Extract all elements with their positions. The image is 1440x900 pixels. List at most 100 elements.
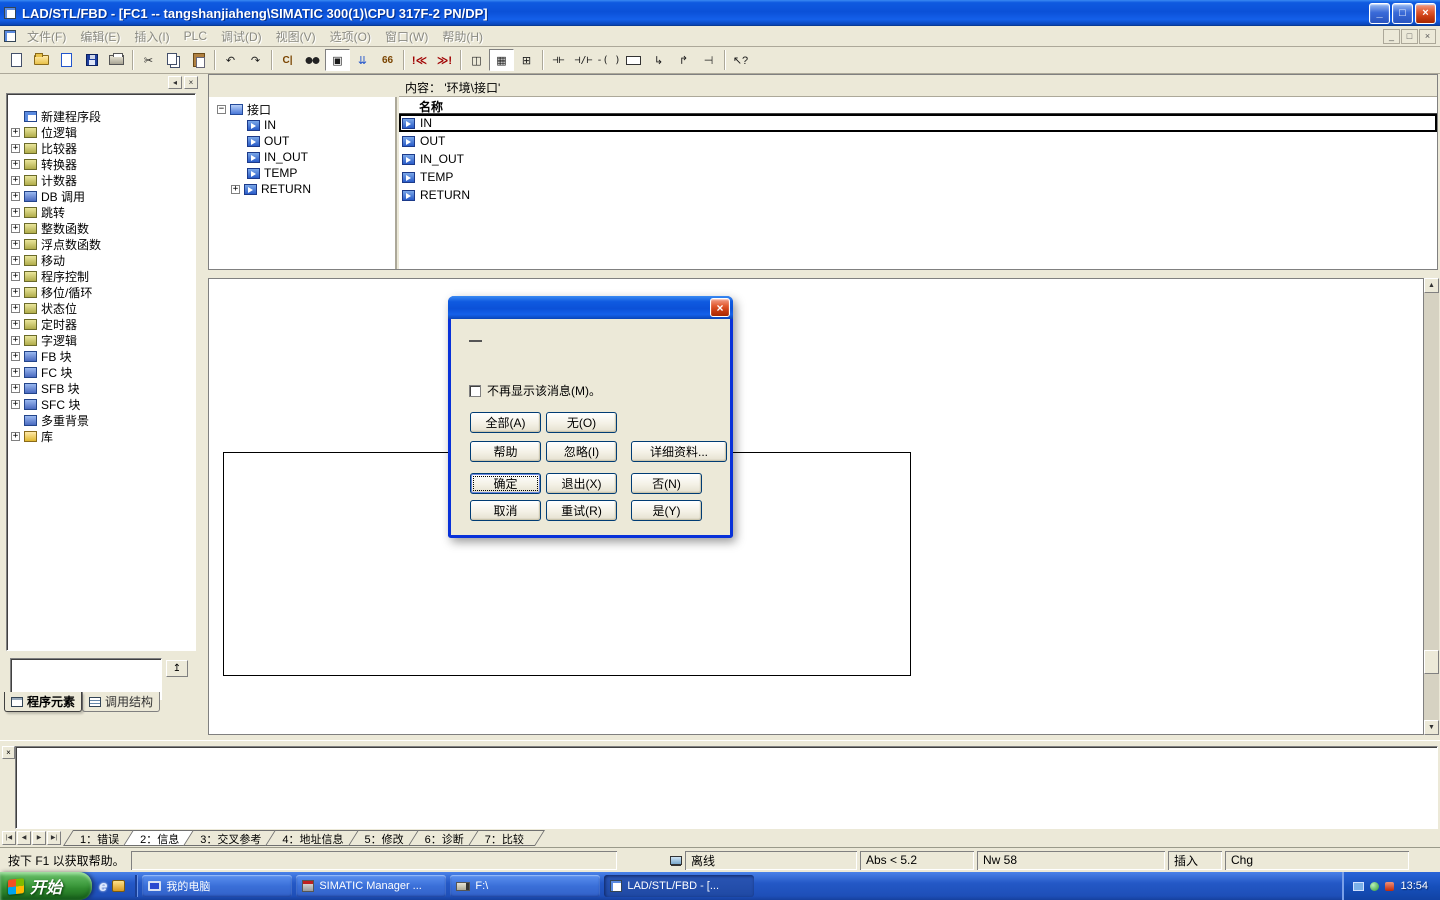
open-online-button[interactable] bbox=[54, 49, 79, 71]
first-tab-button[interactable]: |◀ bbox=[2, 831, 16, 845]
catalog-item-timer[interactable]: 定时器 bbox=[10, 316, 193, 332]
expand-plus-icon[interactable] bbox=[11, 368, 20, 377]
download-button[interactable]: ⇊ bbox=[350, 49, 375, 71]
catalog-item-status-bits[interactable]: 状态位 bbox=[10, 300, 193, 316]
dont-show-again-row[interactable]: 不再显示该消息(M)。 bbox=[469, 382, 601, 399]
expand-plus-icon[interactable] bbox=[11, 400, 20, 409]
expand-plus-icon[interactable] bbox=[11, 304, 20, 313]
menu-view[interactable]: 视图(V) bbox=[269, 26, 323, 47]
table-row-return[interactable]: RETURN bbox=[399, 186, 1437, 204]
catalog-item-move[interactable]: 移动 bbox=[10, 252, 193, 268]
help-button[interactable]: ↖? bbox=[728, 49, 753, 71]
all-button[interactable]: 全部(A) bbox=[470, 412, 541, 433]
menu-insert[interactable]: 插入(I) bbox=[127, 26, 176, 47]
quick-launch-icon[interactable] bbox=[112, 880, 125, 892]
interface-item-out[interactable]: OUT bbox=[217, 133, 393, 149]
expand-plus-icon[interactable] bbox=[11, 352, 20, 361]
symbol-info-button[interactable]: 66 bbox=[375, 49, 400, 71]
dialog-close-button[interactable]: × bbox=[710, 298, 730, 317]
expand-plus-icon[interactable] bbox=[11, 384, 20, 393]
dialog-titlebar[interactable]: × bbox=[448, 296, 733, 319]
table-row-temp[interactable]: TEMP bbox=[399, 168, 1437, 186]
catalog-item-sfb-blocks[interactable]: SFB 块 bbox=[10, 380, 193, 396]
coil-button[interactable]: -( ) bbox=[596, 49, 621, 71]
editor-scrollbar[interactable]: ▲ ▼ bbox=[1424, 278, 1439, 735]
tab-call-structure[interactable]: 调用结构 bbox=[82, 692, 160, 712]
catalog-item-new-network[interactable]: 新建程序段 bbox=[10, 108, 193, 124]
interface-item-temp[interactable]: TEMP bbox=[217, 165, 393, 181]
expand-plus-icon[interactable] bbox=[11, 160, 20, 169]
display-tray-icon[interactable] bbox=[1353, 882, 1364, 891]
expand-plus-icon[interactable] bbox=[11, 144, 20, 153]
tab-comparison[interactable]: 7：比较 bbox=[473, 830, 540, 846]
retry-button[interactable]: 重试(R) bbox=[546, 500, 617, 521]
expand-plus-icon[interactable] bbox=[11, 208, 20, 217]
collapse-minus-icon[interactable] bbox=[217, 105, 226, 114]
catalog-item-word-logic[interactable]: 字逻辑 bbox=[10, 332, 193, 348]
redo-button[interactable]: ↷ bbox=[243, 49, 268, 71]
expand-plus-icon[interactable] bbox=[11, 192, 20, 201]
catalog-item-shift-rotate[interactable]: 移位/循环 bbox=[10, 284, 193, 300]
none-button[interactable]: 无(O) bbox=[546, 412, 617, 433]
ok-button[interactable]: 确定 bbox=[470, 473, 541, 494]
interface-root[interactable]: 接口 bbox=[217, 101, 393, 117]
catalog-item-fc-blocks[interactable]: FC 块 bbox=[10, 364, 193, 380]
open-button[interactable] bbox=[29, 49, 54, 71]
next-tab-button[interactable]: ▶ bbox=[32, 831, 46, 845]
expand-plus-icon[interactable] bbox=[11, 320, 20, 329]
no-button[interactable]: 否(N) bbox=[631, 473, 702, 494]
ignore-button[interactable]: 忽略(I) bbox=[546, 441, 617, 462]
previous-error-button[interactable]: !≪ bbox=[407, 49, 432, 71]
interface-item-return[interactable]: RETURN bbox=[217, 181, 393, 197]
scrollbar-thumb[interactable] bbox=[1424, 650, 1439, 674]
expand-plus-icon[interactable] bbox=[11, 272, 20, 281]
ie-icon[interactable]: e bbox=[99, 878, 107, 895]
catalog-item-counter[interactable]: 计数器 bbox=[10, 172, 193, 188]
table-row-in[interactable]: IN bbox=[399, 114, 1437, 132]
scroll-up-button[interactable]: ▲ bbox=[1424, 278, 1439, 293]
catalog-item-db-call[interactable]: DB 调用 bbox=[10, 188, 193, 204]
panel-close-button[interactable]: × bbox=[184, 76, 198, 89]
split-view-button[interactable]: ◫ bbox=[464, 49, 489, 71]
exit-button[interactable]: 退出(X) bbox=[546, 473, 617, 494]
task-lad-stl-fbd[interactable]: LAD/STL/FBD - [... bbox=[604, 875, 754, 897]
catalog-item-bit-logic[interactable]: 位逻辑 bbox=[10, 124, 193, 140]
tab-program-elements[interactable]: 程序元素 bbox=[4, 692, 82, 712]
expand-plus-icon[interactable] bbox=[11, 336, 20, 345]
catalog-item-jump[interactable]: 跳转 bbox=[10, 204, 193, 220]
save-button[interactable] bbox=[79, 49, 104, 71]
find-button[interactable] bbox=[300, 49, 325, 71]
catalog-item-program-control[interactable]: 程序控制 bbox=[10, 268, 193, 284]
help-button-dialog[interactable]: 帮助 bbox=[470, 441, 541, 462]
connector-button[interactable]: ⊣ bbox=[696, 49, 721, 71]
task-simatic-manager[interactable]: SIMATIC Manager ... bbox=[296, 875, 446, 897]
task-f-drive[interactable]: F:\ bbox=[450, 875, 600, 897]
mdi-minimize-button[interactable]: _ bbox=[1383, 29, 1400, 44]
minimize-button[interactable]: _ bbox=[1369, 3, 1390, 24]
catalog-item-float-fn[interactable]: 浮点数函数 bbox=[10, 236, 193, 252]
menu-help[interactable]: 帮助(H) bbox=[435, 26, 490, 47]
catalog-item-converter[interactable]: 转换器 bbox=[10, 156, 193, 172]
yes-button[interactable]: 是(Y) bbox=[631, 500, 702, 521]
menu-options[interactable]: 选项(O) bbox=[323, 26, 378, 47]
menu-file[interactable]: 文件(F) bbox=[20, 26, 73, 47]
catalog-item-library[interactable]: 库 bbox=[10, 428, 193, 444]
tab-address-info[interactable]: 4：地址信息 bbox=[270, 830, 359, 846]
message-panel-close-button[interactable]: × bbox=[2, 746, 15, 759]
variable-detail-button[interactable]: ↥ bbox=[166, 660, 188, 677]
catalog-item-fb-blocks[interactable]: FB 块 bbox=[10, 348, 193, 364]
restore-button[interactable]: □ bbox=[1392, 3, 1413, 24]
expand-plus-icon[interactable] bbox=[11, 256, 20, 265]
scroll-down-button[interactable]: ▼ bbox=[1424, 720, 1439, 735]
last-tab-button[interactable]: ▶| bbox=[47, 831, 61, 845]
status-tray-icon[interactable] bbox=[1370, 882, 1379, 891]
interface-item-in[interactable]: IN bbox=[217, 117, 393, 133]
menu-window[interactable]: 窗口(W) bbox=[378, 26, 435, 47]
close-button[interactable]: × bbox=[1415, 3, 1436, 24]
start-button[interactable]: 开始 bbox=[0, 872, 92, 900]
detail-view-button[interactable]: ▦ bbox=[489, 49, 514, 71]
expand-plus-icon[interactable] bbox=[11, 240, 20, 249]
panel-dock-button[interactable]: ◂ bbox=[168, 76, 182, 89]
copy-button[interactable] bbox=[161, 49, 186, 71]
view-box-button[interactable]: ▣ bbox=[325, 49, 350, 71]
